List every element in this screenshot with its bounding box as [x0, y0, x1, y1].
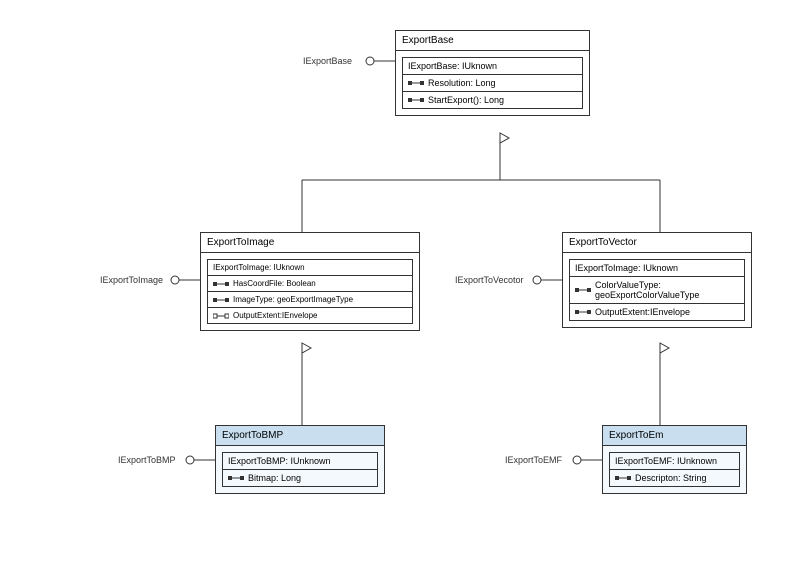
class-export-to-bmp[interactable]: ExportToBMP IExportToBMP: IUnknown Bitma…	[215, 425, 385, 494]
property-icon	[408, 79, 424, 87]
interface-label: IExportToImage	[100, 275, 163, 285]
class-title: ExportBase	[396, 31, 589, 51]
property-icon	[213, 280, 229, 288]
property-icon	[408, 96, 424, 104]
member: ImageType: geoExportImageType	[208, 291, 412, 307]
class-title: ExportToImage	[201, 233, 419, 253]
class-export-to-image[interactable]: ExportToImage IExportToImage: IUknown Ha…	[200, 232, 420, 331]
member: Descripton: String	[610, 470, 739, 486]
interface-label: IExportToBMP	[118, 455, 176, 465]
class-title: ExportToEm	[603, 426, 746, 446]
interface-label: IExportBase	[303, 56, 352, 66]
member: ColorValueType: geoExportColorValueType	[570, 277, 744, 303]
property-icon	[213, 296, 229, 304]
member: OutputExtent:IEnvelope	[208, 307, 412, 323]
class-export-base[interactable]: ExportBase IExportBase: IUknown Resoluti…	[395, 30, 590, 116]
member: OutputExtent:IEnvelope	[570, 303, 744, 320]
property-icon	[615, 474, 631, 482]
lollipop-icon	[170, 275, 200, 285]
member: Bitmap: Long	[223, 470, 377, 486]
compartment-header: IExportToImage: IUknown	[208, 260, 412, 275]
lollipop-icon	[365, 56, 395, 66]
class-export-to-vector[interactable]: ExportToVector IExportToImage: IUknown C…	[562, 232, 752, 328]
class-title: ExportToBMP	[216, 426, 384, 446]
lollipop-icon	[532, 275, 562, 285]
compartment-header: IExportToImage: IUknown	[570, 260, 744, 276]
member: StartExport(): Long	[403, 91, 582, 108]
property-readonly-icon	[213, 312, 229, 320]
compartment-header: IExportToEMF: IUnknown	[610, 453, 739, 469]
property-icon	[575, 286, 591, 294]
member: Resolution: Long	[403, 75, 582, 91]
member: HasCoordFile: Boolean	[208, 276, 412, 291]
lollipop-icon	[185, 455, 215, 465]
lollipop-icon	[572, 455, 602, 465]
class-title: ExportToVector	[563, 233, 751, 253]
property-icon	[228, 474, 244, 482]
interface-label: IExportToVecotor	[455, 275, 524, 285]
class-export-to-em[interactable]: ExportToEm IExportToEMF: IUnknown Descri…	[602, 425, 747, 494]
compartment-header: IExportBase: IUknown	[403, 58, 582, 74]
property-icon	[575, 308, 591, 316]
compartment-header: IExportToBMP: IUnknown	[223, 453, 377, 469]
interface-label: IExportToEMF	[505, 455, 562, 465]
